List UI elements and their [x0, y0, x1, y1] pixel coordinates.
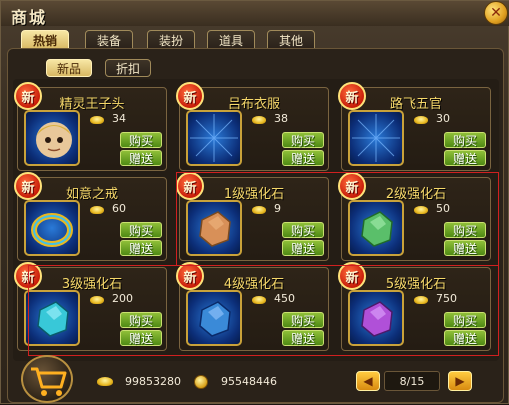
- buy-button[interactable]: 购买: [120, 222, 162, 238]
- new-badge: 新: [14, 172, 42, 200]
- highlight-box: [28, 265, 499, 356]
- lubu-clothes-icon[interactable]: [186, 110, 242, 166]
- gold-ingot-icon: [97, 377, 113, 386]
- item-card: 吕布衣服 新 38 购买 赠送: [176, 82, 329, 171]
- coin-icon: [194, 375, 208, 389]
- item-card: 精灵王子头 新 34 购买 赠送: [14, 82, 167, 171]
- tab-items[interactable]: 道具: [207, 30, 255, 50]
- buy-button[interactable]: 购买: [120, 132, 162, 148]
- tab-other[interactable]: 其他: [267, 30, 315, 50]
- gold-ingot-icon: [252, 116, 266, 124]
- gold-ingot-icon: [414, 116, 428, 124]
- prev-page-button[interactable]: ◀: [356, 371, 380, 391]
- page-indicator: 8/15: [384, 371, 440, 391]
- gift-button[interactable]: 赠送: [282, 150, 324, 166]
- coin-balance: 95548446: [221, 375, 277, 388]
- item-price: 60: [112, 202, 126, 215]
- item-price: 34: [112, 112, 126, 125]
- gold-ingot-icon: [90, 206, 104, 214]
- new-badge: 新: [176, 82, 204, 110]
- gift-button[interactable]: 赠送: [444, 150, 486, 166]
- new-badge: 新: [338, 82, 366, 110]
- gift-button[interactable]: 赠送: [120, 240, 162, 256]
- gold-ingot-icon: [90, 116, 104, 124]
- item-price: 30: [436, 112, 450, 125]
- subtab-new[interactable]: 新品: [46, 59, 92, 77]
- item-card: 如意之戒 新 60 购买 赠送: [14, 172, 167, 261]
- item-card: 路飞五官 新 30 购买 赠送: [338, 82, 491, 171]
- next-page-button[interactable]: ▶: [448, 371, 472, 391]
- new-badge: 新: [14, 82, 42, 110]
- title-bar: 商城 ✕: [1, 1, 509, 27]
- item-price: 38: [274, 112, 288, 125]
- tab-hot[interactable]: 热销: [21, 30, 69, 50]
- ring-icon[interactable]: [24, 200, 80, 256]
- buy-button[interactable]: 购买: [444, 132, 486, 148]
- buy-button[interactable]: 购买: [282, 132, 324, 148]
- gold-balance: 99853280: [125, 375, 181, 388]
- shopping-cart-icon[interactable]: [21, 355, 73, 403]
- elf-head-icon[interactable]: [24, 110, 80, 166]
- luffy-face-icon[interactable]: [348, 110, 404, 166]
- tab-costume[interactable]: 装扮: [147, 30, 195, 50]
- highlight-box: [176, 172, 499, 266]
- tab-equipment[interactable]: 装备: [85, 30, 133, 50]
- window-title: 商城: [11, 8, 48, 27]
- close-icon[interactable]: ✕: [484, 1, 508, 25]
- gift-button[interactable]: 赠送: [120, 150, 162, 166]
- shop-window: 商城 ✕ 热销 装备 装扮 道具 其他 新品 折扣 精灵王子头 新 34 购买 …: [0, 0, 509, 404]
- subtab-discount[interactable]: 折扣: [105, 59, 151, 77]
